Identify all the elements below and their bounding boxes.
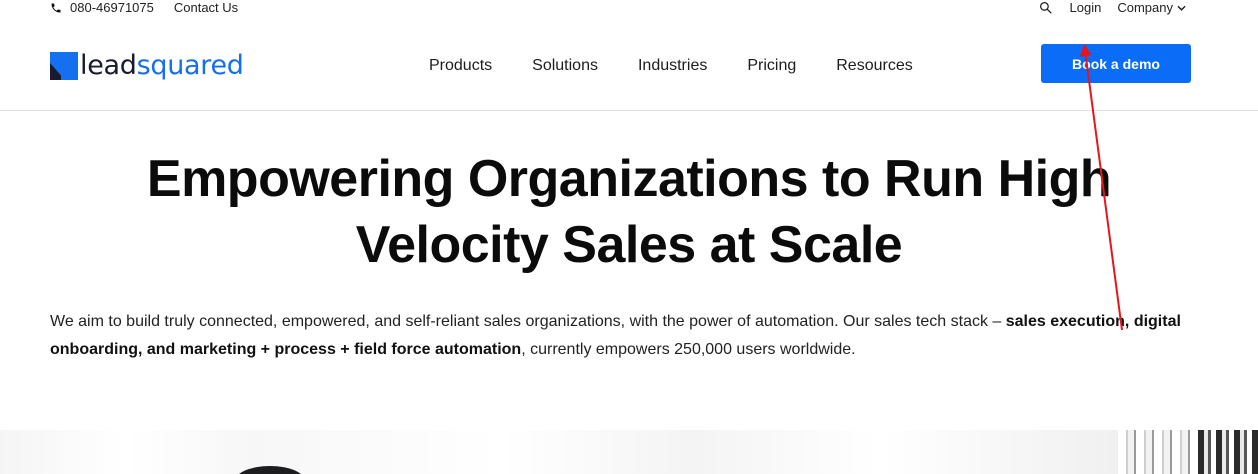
hero-title: Empowering Organizations to Run High Vel… [0, 146, 1258, 278]
hero-image [0, 430, 1258, 474]
logo-mark-icon [50, 51, 78, 80]
hero-desc-part-1: We aim to build truly connected, empower… [50, 313, 1006, 330]
search-icon[interactable] [1039, 1, 1052, 14]
top-utility-bar: 080-46971075 Contact Us Login Company [0, 0, 1258, 20]
company-menu[interactable]: Company [1117, 0, 1186, 15]
primary-nav: Products Solutions Industries Pricing Re… [429, 57, 913, 75]
hero-title-line-2: Velocity Sales at Scale [355, 216, 903, 274]
top-right-group: Login Company [1039, 0, 1186, 15]
nav-item-products[interactable]: Products [429, 57, 492, 75]
hero-image-person [235, 466, 305, 474]
login-link[interactable]: Login [1070, 0, 1102, 15]
nav-item-solutions[interactable]: Solutions [532, 57, 598, 75]
logo-text-squared: squared [136, 50, 244, 81]
book-a-demo-button[interactable]: Book a demo [1041, 44, 1191, 83]
nav-item-resources[interactable]: Resources [836, 57, 912, 75]
contact-us-link[interactable]: Contact Us [174, 0, 238, 15]
main-header: leadsquared Products Solutions Industrie… [0, 20, 1258, 111]
hero-description: We aim to build truly connected, empower… [50, 308, 1220, 364]
hero-image-binders [1198, 430, 1258, 474]
company-menu-label: Company [1117, 0, 1173, 15]
chevron-down-icon [1177, 5, 1186, 11]
phone-number-link[interactable]: 080-46971075 [70, 0, 154, 15]
nav-item-pricing[interactable]: Pricing [747, 57, 796, 75]
top-left-group: 080-46971075 Contact Us [50, 0, 238, 15]
nav-item-industries[interactable]: Industries [638, 57, 707, 75]
leadsquared-logo[interactable]: leadsquared [50, 50, 244, 81]
logo-text-lead: lead [80, 50, 137, 81]
phone-icon [51, 3, 61, 12]
hero-title-line-1: Empowering Organizations to Run High [146, 150, 1112, 208]
logo-wordmark: leadsquared [80, 50, 244, 81]
hero-desc-part-2: , currently empowers 250,000 users world… [521, 341, 856, 358]
